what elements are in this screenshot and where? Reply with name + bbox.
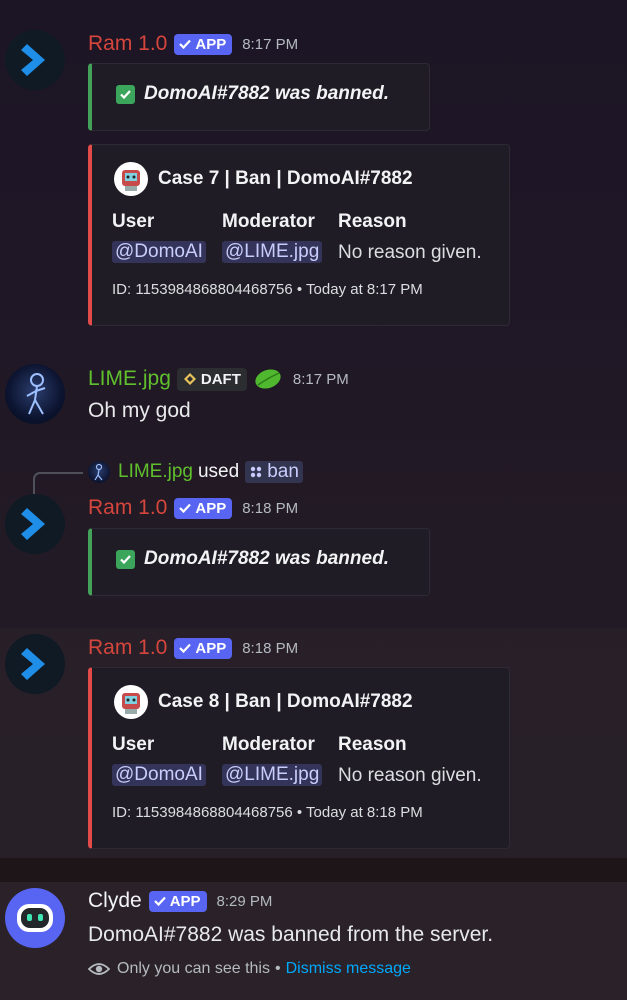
timestamp[interactable]: 8:17 PM bbox=[242, 36, 298, 53]
message-header: Clyde APP 8:29 PM bbox=[88, 889, 272, 913]
app-badge: APP bbox=[174, 637, 233, 659]
timestamp[interactable]: 8:17 PM bbox=[293, 371, 349, 388]
app-badge: APP bbox=[174, 497, 233, 519]
ram-logo-icon bbox=[21, 648, 45, 680]
timestamp[interactable]: 8:29 PM bbox=[217, 893, 273, 910]
user-field-label: User bbox=[112, 734, 155, 755]
message-text: DomoAI#7882 was banned from the server. bbox=[88, 923, 494, 946]
clyde-bot-icon bbox=[17, 904, 53, 932]
author-name[interactable]: Ram 1.0 bbox=[88, 32, 167, 56]
leaf-icon bbox=[255, 369, 281, 389]
message-header: Ram 1.0 APP 8:18 PM bbox=[88, 496, 298, 520]
message-text: Oh my god bbox=[88, 399, 191, 422]
moderator-field-label: Moderator bbox=[222, 211, 315, 232]
user-mention[interactable]: @DomoAI bbox=[112, 241, 206, 263]
author-name[interactable]: LIME.jpg bbox=[88, 367, 171, 391]
author-name[interactable]: Ram 1.0 bbox=[88, 496, 167, 520]
ram-avatar[interactable] bbox=[5, 30, 65, 90]
checkmark-icon bbox=[179, 643, 192, 654]
moderator-mention[interactable]: @LIME.jpg bbox=[222, 241, 323, 263]
app-badge: APP bbox=[174, 33, 233, 55]
checkmark-icon bbox=[179, 39, 192, 50]
embed-footer: ID: 1153984868804468756 • Today at 8:17 … bbox=[112, 281, 423, 298]
user-field-label: User bbox=[112, 211, 155, 232]
author-name[interactable]: Clyde bbox=[88, 889, 142, 913]
timestamp[interactable]: 8:18 PM bbox=[242, 500, 298, 517]
message-header: LIME.jpg DAFT 8:17 PM bbox=[88, 366, 349, 392]
ram-avatar[interactable] bbox=[5, 634, 65, 694]
ban-embed: DomoAI#7882 was banned. bbox=[88, 528, 430, 596]
app-badge: APP bbox=[148, 890, 207, 912]
moderator-field-label: Moderator bbox=[222, 734, 315, 755]
message-header: Ram 1.0 APP 8:18 PM bbox=[88, 636, 298, 660]
robot-figure-icon bbox=[26, 373, 46, 415]
reply-username[interactable]: LIME.jpg bbox=[118, 461, 193, 483]
ephemeral-notice: Only you can see this • Dismiss message bbox=[88, 960, 411, 978]
case-embed: Case 7 | Ban | DomoAI#7882 User Moderato… bbox=[88, 144, 510, 326]
case-embed: Case 8 | Ban | DomoAI#7882 User Moderato… bbox=[88, 667, 510, 849]
reason-value: No reason given. bbox=[338, 242, 482, 263]
moderator-mention[interactable]: @LIME.jpg bbox=[222, 764, 323, 786]
daft-role-icon bbox=[183, 373, 196, 385]
eye-icon bbox=[88, 963, 110, 975]
ram-avatar[interactable] bbox=[5, 494, 65, 554]
user-mention[interactable]: @DomoAI bbox=[112, 764, 206, 786]
robot-avatar-icon bbox=[114, 162, 148, 196]
check-box-icon bbox=[116, 84, 135, 104]
robot-avatar-icon bbox=[114, 685, 148, 719]
checkmark-icon bbox=[153, 896, 166, 907]
message-separator bbox=[0, 858, 627, 882]
author-name[interactable]: Ram 1.0 bbox=[88, 636, 167, 660]
ram-logo-icon bbox=[21, 508, 45, 540]
dismiss-message-link[interactable]: Dismiss message bbox=[286, 960, 411, 978]
reason-field-label: Reason bbox=[338, 211, 407, 232]
separator-dot: • bbox=[274, 960, 281, 977]
command-icon bbox=[250, 466, 262, 478]
message-header: Ram 1.0 APP 8:17 PM bbox=[88, 32, 298, 56]
slash-command[interactable]: ban bbox=[245, 461, 303, 483]
role-tag[interactable]: DAFT bbox=[176, 367, 247, 391]
case-title: Case 7 | Ban | DomoAI#7882 bbox=[158, 168, 413, 189]
reason-field-label: Reason bbox=[338, 734, 407, 755]
ephemeral-text: Only you can see this bbox=[117, 960, 270, 977]
ban-text: DomoAI#7882 was banned. bbox=[144, 83, 389, 104]
check-box-icon bbox=[116, 549, 135, 569]
lime-avatar[interactable] bbox=[5, 364, 65, 424]
ram-logo-icon bbox=[21, 44, 45, 76]
reply-used-text: used bbox=[197, 461, 240, 482]
ban-embed: DomoAI#7882 was banned. bbox=[88, 63, 430, 131]
reply-connector bbox=[33, 472, 83, 494]
timestamp[interactable]: 8:18 PM bbox=[242, 640, 298, 657]
embed-footer: ID: 1153984868804468756 • Today at 8:18 … bbox=[112, 804, 423, 821]
reply-avatar[interactable] bbox=[88, 461, 110, 483]
ban-text: DomoAI#7882 was banned. bbox=[144, 548, 389, 569]
checkmark-icon bbox=[179, 503, 192, 514]
clyde-avatar[interactable] bbox=[5, 888, 65, 948]
command-reply[interactable]: LIME.jpg used ban bbox=[118, 461, 303, 483]
case-title: Case 8 | Ban | DomoAI#7882 bbox=[158, 691, 413, 712]
reason-value: No reason given. bbox=[338, 765, 482, 786]
